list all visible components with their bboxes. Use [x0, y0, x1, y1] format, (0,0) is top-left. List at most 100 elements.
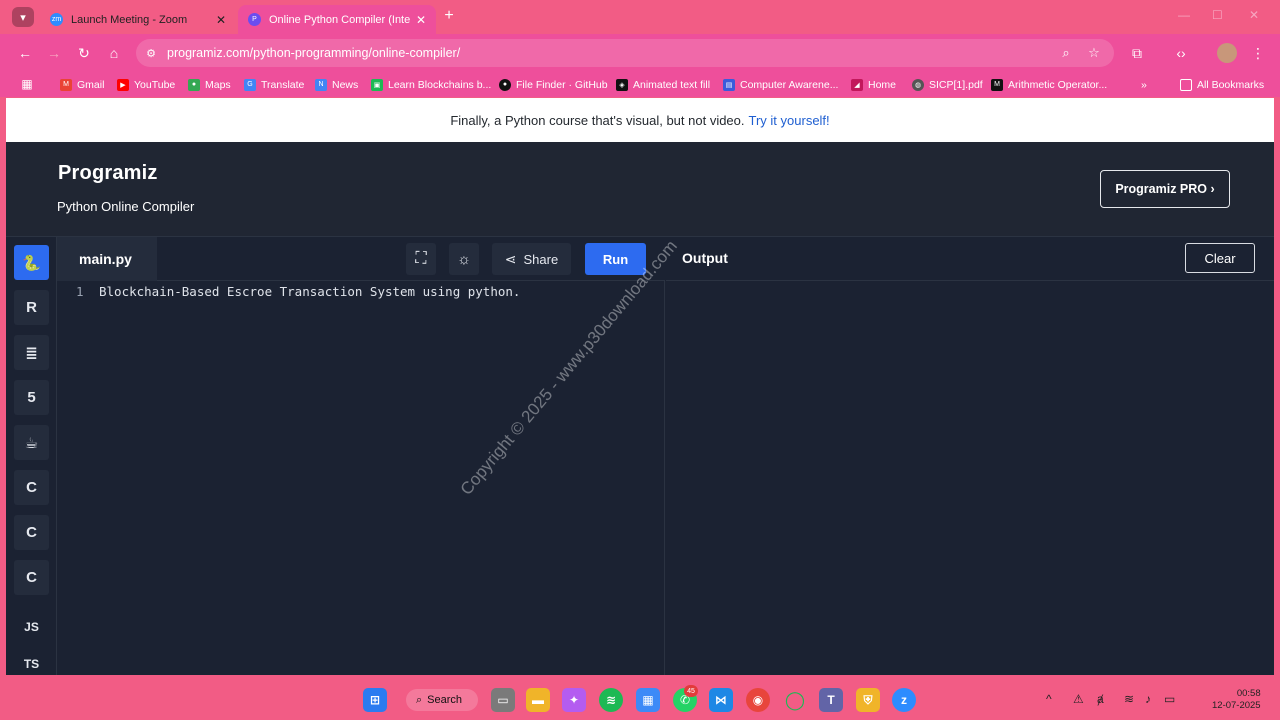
lang-csharp-icon[interactable]: C — [14, 560, 49, 595]
fullscreen-icon[interactable]: ⛶ — [406, 243, 436, 275]
globe-icon: ◍ — [912, 78, 924, 91]
system-clock[interactable]: 00:58 12-07-2025 — [1212, 688, 1261, 712]
translate-icon: G — [244, 78, 256, 91]
tab-title: Launch Meeting - Zoom — [71, 13, 188, 26]
theme-toggle-icon[interactable]: ☼ — [449, 243, 479, 275]
address-bar[interactable]: ⚙ programiz.com/python-programming/onlin… — [136, 39, 1114, 67]
programiz-icon: P — [248, 13, 261, 26]
page-title: Python Online Compiler — [57, 199, 195, 214]
close-tab-icon[interactable]: ✕ — [416, 13, 426, 27]
copilot-icon[interactable]: ✦ — [562, 688, 586, 712]
back-icon[interactable]: ← — [15, 43, 35, 63]
battery-icon[interactable]: ▭ — [1164, 692, 1175, 706]
bookmark-home[interactable]: ◢ Home — [851, 76, 896, 93]
lang-cpp-icon[interactable]: C — [14, 515, 49, 550]
volume-icon[interactable]: ♪ — [1145, 692, 1151, 706]
tutorial-icon: M — [991, 78, 1003, 91]
lang-r-icon[interactable]: R — [14, 290, 49, 325]
gmail-icon: M — [60, 78, 72, 91]
home-icon[interactable]: ⌂ — [104, 43, 124, 63]
security-icon[interactable]: ⛨ — [856, 688, 880, 712]
app-ring-icon[interactable]: ◯ — [783, 688, 807, 712]
bookmark-arithmetic[interactable]: M Arithmetic Operator... — [991, 76, 1107, 93]
code-editor[interactable]: 1 Blockchain-Based Escroe Transaction Sy… — [57, 281, 665, 675]
close-tab-icon[interactable]: ✕ — [216, 13, 226, 27]
vscode-icon[interactable]: ⋈ — [709, 688, 733, 712]
new-tab-icon[interactable]: + — [440, 6, 458, 26]
tab-strip: ▾ zm Launch Meeting - Zoom ✕ P Online Py… — [0, 0, 1280, 34]
zoom-lens-icon[interactable]: ⌕ — [1058, 45, 1074, 61]
teams-icon[interactable]: T — [819, 688, 843, 712]
bookmark-translate[interactable]: G Translate — [244, 76, 304, 93]
tab-search-menu-icon[interactable]: ▾ — [12, 7, 34, 27]
minimize-icon[interactable]: — — [1178, 8, 1190, 22]
share-label: Share — [523, 251, 559, 267]
windows-start-icon[interactable]: ⊞ — [363, 688, 387, 712]
reload-icon[interactable]: ↻ — [74, 43, 94, 63]
code-line[interactable]: 1 Blockchain-Based Escroe Transaction Sy… — [57, 281, 665, 301]
tab-programiz[interactable]: P Online Python Compiler (Interp ✕ — [238, 5, 436, 34]
lang-java-icon[interactable]: ☕ — [14, 425, 49, 460]
bookmarks-bar: ▦ M Gmail ▶ YouTube ● Maps G Translate N… — [0, 71, 1280, 97]
lang-html-icon[interactable]: 5 — [14, 380, 49, 415]
bookmark-gmail[interactable]: M Gmail — [60, 76, 104, 93]
editor-toolbar: main.py ⛶ ☼ ⋖ Share Run — [57, 237, 665, 281]
lang-sql-icon[interactable]: ≣ — [14, 335, 49, 370]
bookmark-youtube[interactable]: ▶ YouTube — [117, 76, 175, 93]
bookmark-sicp[interactable]: ◍ SICP[1].pdf — [912, 76, 983, 93]
store-icon[interactable]: ▦ — [636, 688, 660, 712]
close-window-icon[interactable]: ✕ — [1249, 8, 1259, 22]
bookmark-computer-awareness[interactable]: ▤ Computer Awarene... — [723, 76, 838, 93]
bookmark-animated-text[interactable]: ◈ Animated text fill — [616, 76, 710, 93]
extensions-icon[interactable]: ⧉ — [1127, 43, 1147, 63]
network-icon[interactable]: ⚠ — [1073, 692, 1084, 706]
zoom-app-icon[interactable]: z — [892, 688, 916, 712]
share-button[interactable]: ⋖ Share — [492, 243, 571, 275]
bookmark-learn-blockchains[interactable]: ▣ Learn Blockchains b... — [371, 76, 491, 93]
language-icon[interactable]: ⱥ — [1097, 692, 1104, 706]
lang-python-icon[interactable]: 🐍 — [14, 245, 49, 280]
devtools-icon[interactable]: ‹› — [1171, 43, 1191, 63]
output-toolbar: Output Clear — [666, 237, 1274, 281]
wifi-icon[interactable]: ≋ — [1124, 692, 1134, 706]
whatsapp-badge: 45 — [684, 685, 698, 697]
taskbar-search[interactable]: ⌕ Search — [406, 689, 478, 711]
github-icon: ● — [499, 78, 511, 91]
page-content: Finally, a Python course that's visual, … — [6, 98, 1274, 675]
banner-text: Finally, a Python course that's visual, … — [450, 112, 745, 128]
all-bookmarks[interactable]: All Bookmarks — [1180, 76, 1264, 93]
tab-zoom[interactable]: zm Launch Meeting - Zoom ✕ — [40, 5, 236, 34]
file-explorer-icon[interactable]: ▬ — [526, 688, 550, 712]
profile-avatar[interactable] — [1217, 43, 1237, 63]
programiz-pro-button[interactable]: Programiz PRO › — [1100, 170, 1230, 208]
lang-js-icon[interactable]: JS — [14, 609, 49, 644]
clear-button[interactable]: Clear — [1185, 243, 1255, 273]
news-icon: N — [315, 78, 327, 91]
bookmark-news[interactable]: N News — [315, 76, 358, 93]
tray-chevron-icon[interactable]: ^ — [1046, 692, 1052, 706]
programiz-logo[interactable]: Programiz — [58, 162, 158, 185]
url-text: programiz.com/python-programming/online-… — [167, 46, 461, 60]
apps-grid-icon[interactable]: ▦ — [20, 77, 34, 91]
site-settings-icon[interactable]: ⚙ — [144, 46, 158, 60]
blockchain-icon: ▣ — [371, 78, 383, 91]
forward-icon[interactable]: → — [44, 43, 64, 63]
bookmark-star-icon[interactable]: ☆ — [1086, 45, 1102, 61]
bookmark-file-finder[interactable]: ● File Finder · GitHub — [499, 76, 608, 93]
spotify-icon[interactable]: ≋ — [599, 688, 623, 712]
youtube-icon: ▶ — [117, 78, 129, 91]
bookmark-maps[interactable]: ● Maps — [188, 76, 231, 93]
lang-ts-icon[interactable]: TS — [14, 657, 49, 675]
task-view-icon[interactable]: ▭ — [491, 688, 515, 712]
search-label: Search — [427, 694, 463, 706]
banner-link[interactable]: Try it yourself! — [749, 113, 830, 128]
lang-c-icon[interactable]: C — [14, 470, 49, 505]
chrome-icon[interactable]: ◉ — [746, 688, 770, 712]
codepen-icon: ◈ — [616, 78, 628, 91]
code-text[interactable]: Blockchain-Based Escroe Transaction Syst… — [99, 284, 520, 299]
more-menu-icon[interactable]: ⋮ — [1248, 43, 1268, 63]
maximize-icon[interactable]: ☐ — [1212, 8, 1223, 22]
bookmarks-overflow-icon[interactable]: » — [1141, 76, 1147, 93]
file-tab-main-py[interactable]: main.py — [57, 237, 157, 281]
taskbar: ⊞ ⌕ Search ▭ ▬ ✦ ≋ ▦ ✆ 45 ⋈ ◉ ◯ T ⛨ z ^ … — [0, 680, 1280, 720]
